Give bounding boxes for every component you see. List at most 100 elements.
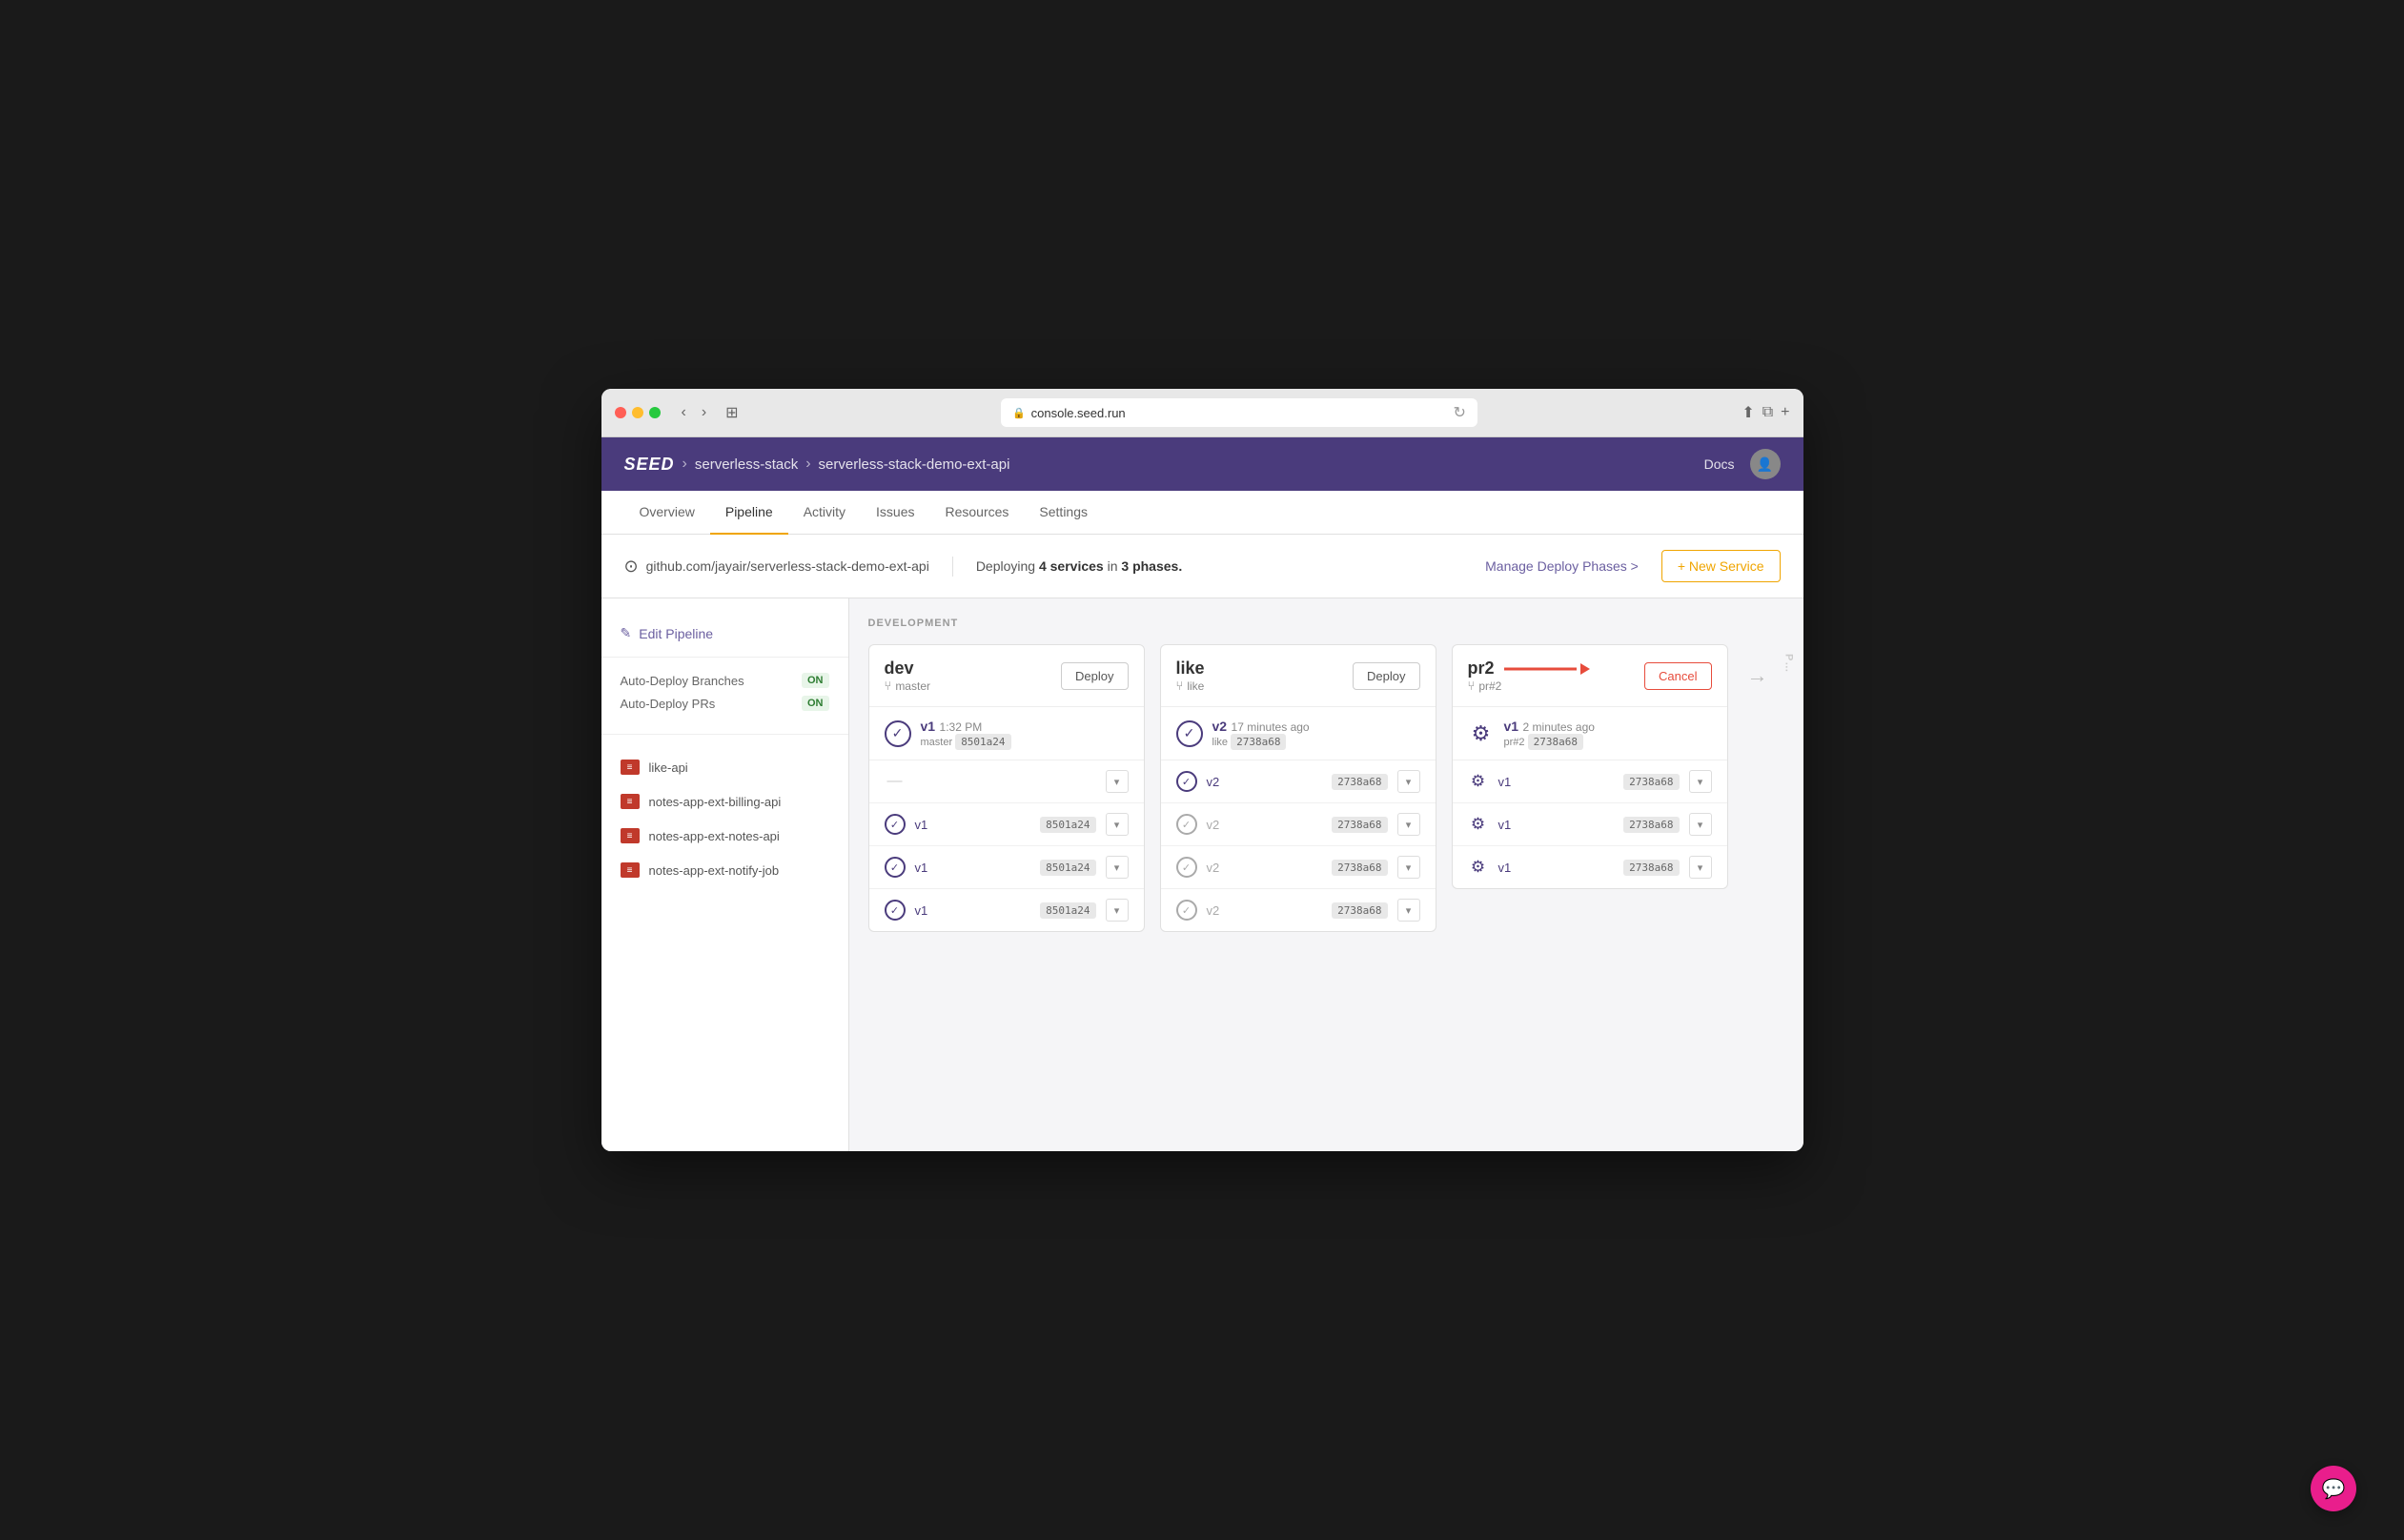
header-left: SEED › serverless-stack › serverless-sta…: [624, 455, 1010, 475]
build-time-dev: 1:32 PM: [940, 720, 983, 734]
service-commit-pr2-2: 2738a68: [1623, 860, 1679, 876]
build-summary-pr2: ⚙ v1 2 minutes ago pr#2 2738a68: [1453, 707, 1727, 760]
check-icon-like-0: ✓: [1176, 771, 1197, 792]
github-url: github.com/jayair/serverless-stack-demo-…: [646, 558, 929, 574]
nav-tabs: Overview Pipeline Activity Issues Resour…: [601, 491, 1803, 535]
main-content: ⊙ github.com/jayair/serverless-stack-dem…: [601, 535, 1803, 1151]
address-bar[interactable]: 🔒 console.seed.run ↻: [1001, 398, 1477, 427]
tab-settings[interactable]: Settings: [1024, 491, 1103, 535]
avatar: 👤: [1750, 449, 1781, 479]
service-row-pr2-0: ⚙ v1 2738a68 ▾: [1453, 760, 1727, 803]
service-row-pr2-1: ⚙ v1 2738a68 ▾: [1453, 803, 1727, 846]
stage-card-pr2: pr2 pr#2 Cancel ⚙ v1: [1452, 644, 1728, 889]
service-icon-notes-api: [621, 828, 640, 843]
browser-window: ‹ › ⊞ 🔒 console.seed.run ↻ ⬆ ⧉ + SEED › …: [601, 389, 1803, 1151]
chevron-button-pr2-2[interactable]: ▾: [1689, 856, 1712, 879]
stage-name-dev: dev: [885, 659, 931, 679]
service-version-pr2-0: v1: [1498, 775, 1615, 789]
service-version-dev-3: v1: [915, 903, 1031, 918]
chat-icon: 💬: [2322, 1477, 2346, 1501]
duplicate-button[interactable]: ⧉: [1762, 403, 1773, 422]
edit-pipeline-button[interactable]: ✎ Edit Pipeline: [601, 618, 848, 658]
sidebar-service-notify-job[interactable]: notes-app-ext-notify-job: [601, 853, 848, 887]
chevron-button-dev-2[interactable]: ▾: [1106, 856, 1129, 879]
maximize-button[interactable]: [649, 407, 661, 418]
pipeline-layout: ✎ Edit Pipeline Auto-Deploy Branches ON …: [601, 598, 1803, 1151]
deploy-count: 4 services: [1039, 558, 1104, 574]
tab-pipeline[interactable]: Pipeline: [710, 491, 788, 535]
gear-icon-pr2-0: ⚙: [1468, 771, 1489, 792]
chevron-button-pr2-0[interactable]: ▾: [1689, 770, 1712, 793]
stage-name-pr2: pr2: [1468, 659, 1495, 679]
service-row-like-1: ✓ v2 2738a68 ▾: [1161, 803, 1436, 846]
stage-header-pr2: pr2 pr#2 Cancel: [1453, 645, 1727, 707]
deploy-info: Deploying 4 services in 3 phases.: [976, 558, 1462, 574]
chevron-button-like-3[interactable]: ▾: [1397, 899, 1420, 922]
build-summary-dev: ✓ v1 1:32 PM master 8501a24: [869, 707, 1144, 760]
chevron-button-pr2-1[interactable]: ▾: [1689, 813, 1712, 836]
breadcrumb-link-2[interactable]: serverless-stack-demo-ext-api: [819, 456, 1010, 473]
sidebar-service-like-api[interactable]: like-api: [601, 750, 848, 784]
service-commit-like-1: 2738a68: [1332, 817, 1387, 833]
build-branch-pr2: pr#2: [1504, 737, 1525, 748]
back-button[interactable]: ‹: [676, 402, 692, 423]
seed-logo: SEED: [624, 455, 675, 475]
service-name-notify-job: notes-app-ext-notify-job: [649, 863, 780, 878]
sidebar-service-notes-api[interactable]: notes-app-ext-notes-api: [601, 819, 848, 853]
tab-resources[interactable]: Resources: [930, 491, 1025, 535]
build-version-dev: v1: [921, 719, 936, 734]
deploy-phases: 3 phases.: [1121, 558, 1182, 574]
chat-bubble-button[interactable]: 💬: [2311, 1466, 2356, 1511]
tab-overview[interactable]: Overview: [624, 491, 710, 535]
auto-deploy-prs-label: Auto-Deploy PRs: [621, 697, 716, 711]
build-time-like: 17 minutes ago: [1232, 720, 1310, 734]
stage-header-like: like like Deploy: [1161, 645, 1436, 707]
build-summary-like: ✓ v2 17 minutes ago like 2738a68: [1161, 707, 1436, 760]
check-icon-like-3: ✓: [1176, 900, 1197, 921]
reload-icon[interactable]: ↻: [1454, 403, 1466, 422]
chevron-button-like-1[interactable]: ▾: [1397, 813, 1420, 836]
service-commit-dev-3: 8501a24: [1040, 902, 1095, 919]
service-version-like-0: v2: [1207, 775, 1323, 789]
forward-button[interactable]: ›: [696, 402, 712, 423]
minimize-button[interactable]: [632, 407, 643, 418]
breadcrumb-sep-2: ›: [805, 456, 810, 473]
github-icon: ⊙: [624, 557, 639, 577]
deploy-button-dev[interactable]: Deploy: [1061, 662, 1128, 690]
chevron-button-dev-1[interactable]: ▾: [1106, 813, 1129, 836]
new-service-button[interactable]: + New Service: [1661, 550, 1781, 582]
deploy-button-like[interactable]: Deploy: [1353, 662, 1419, 690]
stages-row: dev master Deploy ✓ v1 1:32 PM ma: [868, 644, 1784, 932]
new-tab-button[interactable]: +: [1781, 403, 1789, 422]
service-row-dev-3: ✓ v1 8501a24 ▾: [869, 889, 1144, 931]
manage-deploy-phases-button[interactable]: Manage Deploy Phases >: [1485, 558, 1639, 574]
build-branch-dev: master: [921, 737, 953, 748]
github-link[interactable]: ⊙ github.com/jayair/serverless-stack-dem…: [624, 557, 953, 577]
cancel-button-pr2[interactable]: Cancel: [1644, 662, 1711, 690]
share-button[interactable]: ⬆: [1742, 403, 1754, 422]
tab-activity[interactable]: Activity: [788, 491, 861, 535]
service-version-dev-1: v1: [915, 818, 1031, 832]
chevron-button-like-2[interactable]: ▾: [1397, 856, 1420, 879]
info-bar: ⊙ github.com/jayair/serverless-stack-dem…: [601, 535, 1803, 598]
service-name-notes-api: notes-app-ext-notes-api: [649, 829, 780, 843]
sidebar-service-billing-api[interactable]: notes-app-ext-billing-api: [601, 784, 848, 819]
service-row-like-3: ✓ v2 2738a68 ▾: [1161, 889, 1436, 931]
chevron-button-dev-0[interactable]: ▾: [1106, 770, 1129, 793]
service-commit-dev-1: 8501a24: [1040, 817, 1095, 833]
breadcrumb-link-1[interactable]: serverless-stack: [695, 456, 798, 473]
next-stage-arrow-icon: →: [1747, 663, 1768, 688]
docs-link[interactable]: Docs: [1704, 456, 1735, 472]
traffic-lights: [615, 407, 661, 418]
tab-issues[interactable]: Issues: [861, 491, 929, 535]
build-meta-like: like 2738a68: [1212, 736, 1420, 748]
red-arrow-annotation: [1504, 662, 1590, 676]
close-button[interactable]: [615, 407, 626, 418]
service-icon-billing-api: [621, 794, 640, 809]
chevron-button-dev-3[interactable]: ▾: [1106, 899, 1129, 922]
sidebar-toggle-button[interactable]: ⊞: [720, 401, 744, 424]
service-commit-like-3: 2738a68: [1332, 902, 1387, 919]
stage-name-like: like: [1176, 659, 1205, 679]
chevron-button-like-0[interactable]: ▾: [1397, 770, 1420, 793]
service-version-dev-2: v1: [915, 861, 1031, 875]
